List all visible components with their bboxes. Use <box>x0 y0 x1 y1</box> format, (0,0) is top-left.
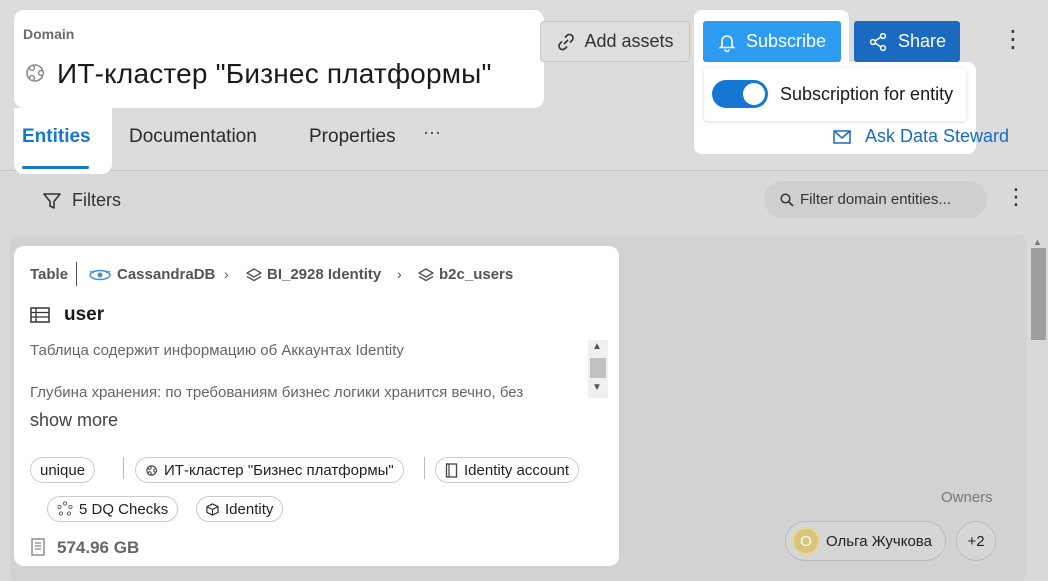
tabs-more-button[interactable]: ··· <box>423 122 441 143</box>
more-actions-icon[interactable]: ⋮ <box>1001 28 1025 52</box>
domain-label: Domain <box>23 26 75 42</box>
breadcrumb-chevron-icon: › <box>224 266 229 282</box>
subscribe-button[interactable]: Subscribe <box>703 21 841 62</box>
search-input[interactable]: Filter domain entities... <box>764 181 987 218</box>
filters-button[interactable]: Filters <box>42 190 121 211</box>
add-assets-button[interactable]: Add assets <box>540 21 690 62</box>
owner-chip[interactable]: О Ольга Жучкова <box>785 521 946 561</box>
breadcrumb-schema-label: BI_2928 Identity <box>267 266 382 283</box>
entity-name-link[interactable]: user <box>64 304 104 326</box>
entity-description-line: Таблица содержит информацию об Аккаунтах… <box>30 342 404 359</box>
breadcrumb-service-label: CassandraDB <box>117 266 216 283</box>
filter-more-icon[interactable]: ⋮ <box>1005 186 1027 208</box>
cube-icon <box>206 502 219 516</box>
entity-description-line: Глубина хранения: по требованиям бизнес … <box>30 384 524 401</box>
glossary-term-label: Identity account <box>464 461 570 479</box>
tag-label: unique <box>40 461 86 479</box>
layers-icon <box>246 267 262 281</box>
share-button[interactable]: Share <box>854 21 960 62</box>
toggle-knob <box>743 83 765 105</box>
dq-icon <box>57 501 73 516</box>
tab-properties[interactable]: Properties <box>309 126 396 148</box>
layers-icon <box>418 267 434 281</box>
breadcrumb-chevron-icon: › <box>397 266 402 282</box>
filters-label: Filters <box>72 190 121 210</box>
dq-checks-label: 5 DQ Checks <box>79 500 169 518</box>
page-title: ИТ-кластер "Бизнес платформы" <box>57 58 492 89</box>
ask-data-steward-label: Ask Data Steward <box>865 126 1010 146</box>
scroll-down-icon[interactable]: ▼ <box>592 382 602 393</box>
link-icon <box>558 33 575 50</box>
chip-divider <box>424 457 425 479</box>
tag-chip[interactable]: unique <box>30 457 96 483</box>
share-label: Share <box>897 31 947 51</box>
storage-icon <box>31 538 45 556</box>
search-icon <box>780 192 794 207</box>
scrollbar-thumb[interactable] <box>1031 248 1046 340</box>
bell-icon <box>718 34 736 52</box>
cassandra-icon <box>89 269 111 280</box>
chip-divider <box>123 457 124 479</box>
mail-icon <box>833 129 851 144</box>
show-more-link[interactable]: show more <box>30 410 118 431</box>
table-icon <box>30 307 50 323</box>
scroll-up-icon[interactable]: ▲ <box>1033 237 1042 247</box>
filter-icon <box>43 192 61 209</box>
scroll-up-icon[interactable]: ▲ <box>592 341 602 352</box>
avatar: О <box>792 527 820 555</box>
entity-size: 574.96 GB <box>57 538 140 557</box>
description-scrollbar-thumb[interactable] <box>590 358 606 378</box>
add-assets-label: Add assets <box>584 31 674 51</box>
tab-active-indicator <box>22 166 89 169</box>
subscription-toggle-label: Subscription for entity <box>780 84 954 104</box>
breadcrumb-type: Table <box>30 266 69 283</box>
owner-name: Ольга Жучкова <box>826 532 932 550</box>
domain-chip-label: ИТ-кластер "Бизнес платформы" <box>164 461 394 479</box>
breadcrumb-schema[interactable]: BI_2928 Identity <box>246 266 381 283</box>
domain-icon <box>146 464 158 476</box>
owners-label: Owners <box>941 489 993 506</box>
breadcrumb-divider <box>76 262 77 286</box>
ask-data-steward-link[interactable]: Ask Data Steward <box>833 126 1009 147</box>
subscribe-label: Subscribe <box>745 31 827 51</box>
breadcrumb-database[interactable]: b2c_users <box>418 266 513 283</box>
share-icon <box>869 32 887 51</box>
tab-documentation[interactable]: Documentation <box>129 126 257 148</box>
search-placeholder: Filter domain entities... <box>800 191 951 208</box>
more-owners-button[interactable]: +2 <box>956 521 996 561</box>
dq-checks-chip[interactable]: 5 DQ Checks <box>47 496 179 522</box>
domain-chip[interactable]: ИТ-кластер "Бизнес платформы" <box>135 457 404 483</box>
book-icon <box>445 462 458 478</box>
breadcrumb-database-label: b2c_users <box>439 266 514 283</box>
tab-entities[interactable]: Entities <box>22 126 91 148</box>
glossary-term-chip[interactable]: Identity account <box>435 457 580 483</box>
data-product-chip[interactable]: Identity <box>196 496 284 522</box>
domain-icon <box>26 64 45 82</box>
data-product-label: Identity <box>225 500 274 518</box>
breadcrumb-service[interactable]: CassandraDB <box>88 266 215 283</box>
